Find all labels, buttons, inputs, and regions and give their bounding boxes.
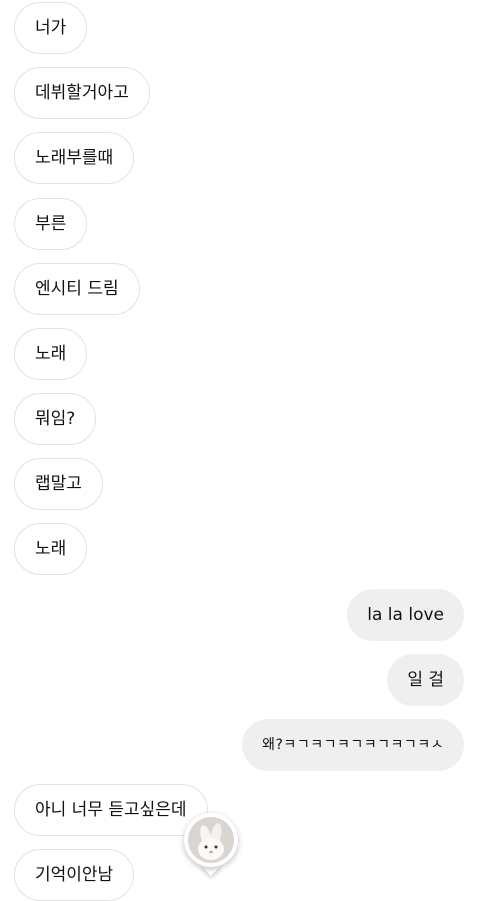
message-bubble-incoming[interactable]: 노래 [14,523,88,575]
message-bubble-outgoing[interactable]: 일 걸 [387,654,464,706]
message-bubble-incoming[interactable]: 기억이안남 [14,849,135,901]
message-bubble-incoming[interactable]: 노래부를때 [14,132,135,184]
message-bubble-incoming[interactable]: 데뷔할거아고 [14,67,150,119]
seen-avatar-marker[interactable] [184,813,238,876]
message-bubble-incoming[interactable]: 뭐임? [14,393,97,445]
message-bubble-outgoing[interactable]: 왜?ㅋㄱㅋㄱㅋㄱㅋㄱㅋㄱㅋㅅ [242,719,464,771]
bunny-avatar-icon [188,817,234,863]
message-bubble-outgoing[interactable]: la la love [347,589,464,641]
message-bubble-incoming[interactable]: 너가 [14,2,88,54]
message-bubble-incoming[interactable]: 노래 [14,328,88,380]
message-bubble-incoming[interactable]: 엔시티 드림 [14,263,140,315]
avatar [184,813,238,867]
message-bubble-incoming[interactable]: 부른 [14,198,88,250]
message-bubble-incoming[interactable]: 아니 너무 듣고싶은데 [14,784,208,836]
message-bubble-incoming[interactable]: 랩말고 [14,458,103,510]
